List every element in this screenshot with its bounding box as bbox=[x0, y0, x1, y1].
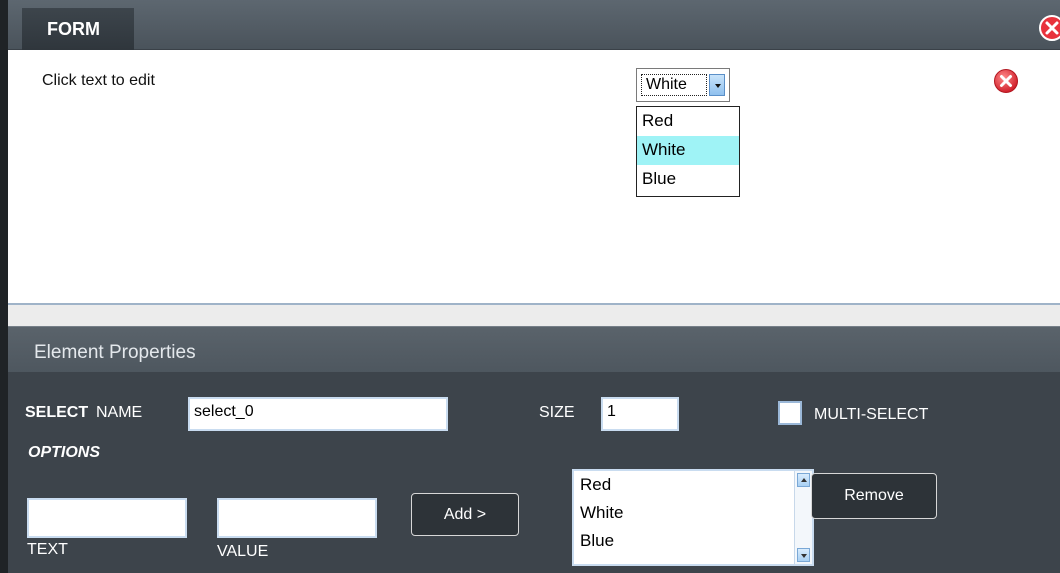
properties-header: Element Properties bbox=[8, 326, 1060, 372]
panel-separator bbox=[8, 303, 1060, 326]
size-input[interactable]: 1 bbox=[601, 397, 679, 431]
select-label: SELECT bbox=[25, 404, 89, 421]
option-listbox[interactable]: Red White Blue bbox=[572, 469, 814, 566]
listbox-item[interactable]: Red bbox=[574, 471, 812, 499]
dropdown-option[interactable]: Blue bbox=[637, 165, 739, 194]
listbox-scrollbar[interactable] bbox=[794, 471, 812, 564]
option-text-input[interactable] bbox=[27, 498, 187, 538]
form-header-bar: FORM bbox=[8, 0, 1060, 50]
window-left-border bbox=[0, 0, 8, 573]
listbox-item[interactable]: White bbox=[574, 499, 812, 527]
preview-select-dropdown: Red White Blue bbox=[636, 106, 740, 197]
add-option-button[interactable]: Add > bbox=[411, 493, 519, 536]
options-label: OPTIONS bbox=[28, 444, 101, 461]
value-label: VALUE bbox=[217, 543, 269, 560]
click-to-edit-hint[interactable]: Click text to edit bbox=[42, 72, 155, 90]
preview-select[interactable]: White bbox=[636, 68, 730, 102]
scroll-down-icon[interactable] bbox=[797, 548, 810, 562]
listbox-item[interactable]: Blue bbox=[574, 527, 812, 555]
delete-element-icon[interactable] bbox=[993, 68, 1019, 94]
multiselect-checkbox[interactable] bbox=[778, 401, 802, 425]
properties-panel: SELECT NAME select_0 SIZE 1 MULTI-SELECT… bbox=[8, 372, 1060, 573]
close-icon[interactable] bbox=[1038, 14, 1060, 42]
chevron-down-icon[interactable] bbox=[709, 74, 725, 96]
size-label: SIZE bbox=[539, 404, 575, 421]
form-canvas: Click text to edit White Red White Blue bbox=[8, 51, 1060, 303]
text-label: TEXT bbox=[27, 541, 68, 558]
name-input[interactable]: select_0 bbox=[188, 397, 448, 431]
dropdown-option-selected[interactable]: White bbox=[637, 136, 739, 165]
name-label: NAME bbox=[96, 404, 143, 421]
form-tab[interactable]: FORM bbox=[22, 8, 134, 50]
scroll-up-icon[interactable] bbox=[797, 473, 810, 487]
remove-option-button[interactable]: Remove bbox=[811, 473, 937, 519]
preview-select-value: White bbox=[641, 74, 707, 96]
multiselect-label: MULTI-SELECT bbox=[814, 406, 929, 423]
properties-title: Element Properties bbox=[34, 342, 196, 363]
dropdown-option[interactable]: Red bbox=[637, 107, 739, 136]
option-value-input[interactable] bbox=[217, 498, 377, 538]
